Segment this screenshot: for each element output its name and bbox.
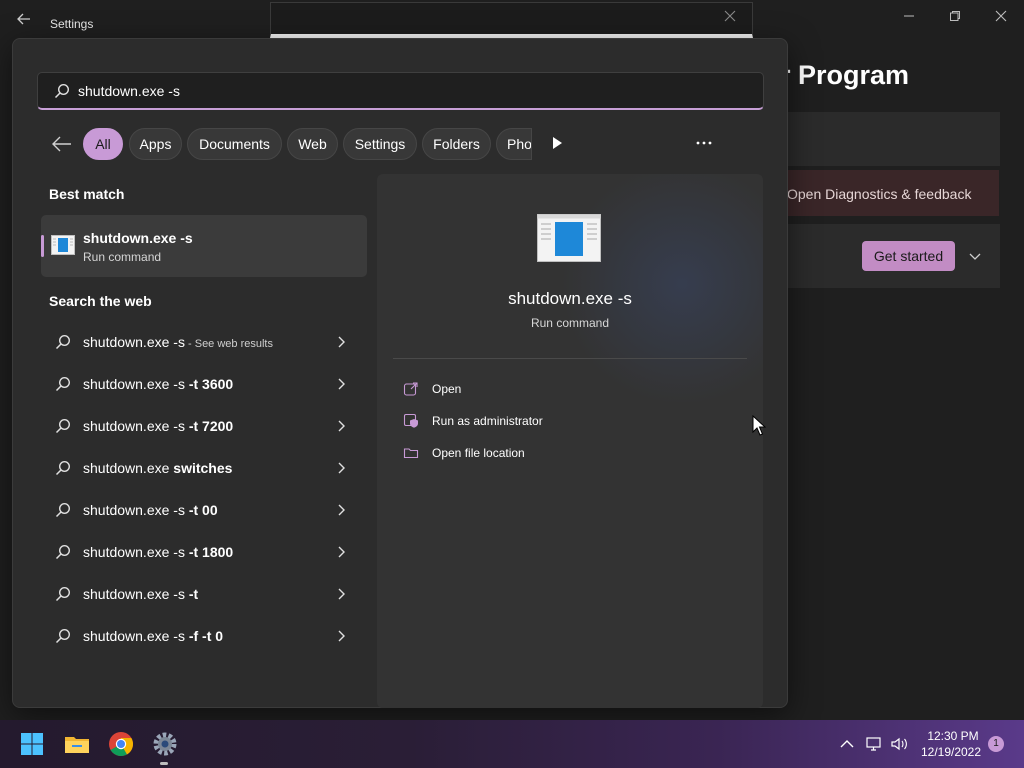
search-web-label: Search the web xyxy=(49,293,152,309)
chevron-right-icon xyxy=(337,503,347,517)
divider xyxy=(393,358,747,359)
top-dialog xyxy=(270,2,753,38)
web-result-item[interactable]: shutdown.exe -s -f -t 0 xyxy=(41,616,367,656)
chevron-right-icon xyxy=(337,587,347,601)
get-started-button[interactable]: Get started xyxy=(862,241,955,271)
search-icon xyxy=(55,586,71,602)
close-icon[interactable] xyxy=(724,9,736,25)
web-result-item[interactable]: shutdown.exe switches xyxy=(41,448,367,488)
chevron-right-icon xyxy=(337,545,347,559)
minimize-icon[interactable] xyxy=(894,8,924,28)
selection-indicator xyxy=(41,235,44,257)
volume-icon[interactable] xyxy=(889,734,909,754)
network-icon[interactable] xyxy=(864,734,884,754)
preview-subtitle: Run command xyxy=(530,316,610,330)
search-icon xyxy=(55,502,71,518)
chevron-right-icon xyxy=(337,629,347,643)
run-command-icon xyxy=(537,214,601,262)
settings-card xyxy=(780,112,1000,166)
web-result-text: shutdown.exe -s -f -t 0 xyxy=(83,628,224,644)
web-result-item[interactable]: shutdown.exe -s -t 7200 xyxy=(41,406,367,446)
web-result-item[interactable]: shutdown.exe -s -t 3600 xyxy=(41,364,367,404)
start-search-panel: All Apps Documents Web Settings Folders … xyxy=(12,38,788,708)
web-result-item[interactable]: shutdown.exe -s -t 00 xyxy=(41,490,367,530)
diagnostics-link[interactable]: Open Diagnostics & feedback xyxy=(787,186,971,202)
taskbar-time[interactable]: 12:30 PM xyxy=(925,729,981,743)
web-result-text: shutdown.exe -s -t 00 xyxy=(83,502,218,518)
best-match-title: shutdown.exe -s xyxy=(83,230,193,246)
search-box[interactable] xyxy=(37,72,764,110)
filter-chip-folders[interactable]: Folders xyxy=(422,128,491,160)
search-icon xyxy=(55,376,71,392)
windows-start-icon[interactable] xyxy=(16,728,48,760)
search-icon xyxy=(55,544,71,560)
notification-badge[interactable]: 1 xyxy=(988,736,1004,752)
best-match-subtitle: Run command xyxy=(83,250,162,264)
action-label: Open file location xyxy=(432,446,525,460)
close-icon[interactable] xyxy=(986,8,1016,28)
active-app-indicator xyxy=(160,762,168,765)
play-icon[interactable] xyxy=(550,135,564,151)
web-result-text: shutdown.exe -s - See web results xyxy=(83,334,273,350)
chevron-right-icon xyxy=(337,461,347,475)
mouse-cursor-icon xyxy=(752,414,767,437)
run-as-admin-action[interactable]: Run as administrator xyxy=(403,411,703,431)
chrome-icon[interactable] xyxy=(105,728,137,760)
settings-page-heading: r Program xyxy=(780,60,910,90)
file-explorer-icon[interactable] xyxy=(61,728,93,760)
open-external-icon xyxy=(403,381,419,397)
web-result-item[interactable]: shutdown.exe -s -t 1800 xyxy=(41,532,367,572)
search-input[interactable] xyxy=(78,73,748,109)
search-icon xyxy=(55,460,71,476)
web-result-text: shutdown.exe -s -t 1800 xyxy=(83,544,234,560)
web-result-text: shutdown.exe -s -t 7200 xyxy=(83,418,234,434)
settings-window-title: Settings xyxy=(50,17,94,31)
web-result-text: shutdown.exe -s -t xyxy=(83,586,199,602)
chevron-down-icon[interactable] xyxy=(965,246,985,266)
web-result-text: shutdown.exe switches xyxy=(83,460,233,476)
search-icon xyxy=(54,83,70,99)
open-file-location-action[interactable]: Open file location xyxy=(403,443,703,463)
preview-pane: shutdown.exe -s Run command Open Run as … xyxy=(377,174,763,708)
filter-chip-apps[interactable]: Apps xyxy=(129,128,182,160)
action-label: Run as administrator xyxy=(432,414,543,428)
restore-icon[interactable] xyxy=(940,8,970,28)
chevron-up-icon[interactable] xyxy=(837,734,857,754)
web-result-item[interactable]: shutdown.exe -s - See web results xyxy=(41,322,367,362)
search-icon xyxy=(55,418,71,434)
filter-chip-documents[interactable]: Documents xyxy=(187,128,282,160)
filter-chip-web[interactable]: Web xyxy=(287,128,338,160)
taskbar xyxy=(0,720,1024,768)
admin-shield-icon xyxy=(403,413,419,429)
filter-chip-photos[interactable]: Pho xyxy=(496,128,532,160)
web-result-text: shutdown.exe -s -t 3600 xyxy=(83,376,234,392)
filter-chip-all[interactable]: All xyxy=(83,128,123,160)
run-command-icon xyxy=(51,235,75,255)
best-match-label: Best match xyxy=(49,186,125,202)
chevron-right-icon xyxy=(337,419,347,433)
settings-gear-icon[interactable] xyxy=(149,728,181,760)
chevron-right-icon xyxy=(337,377,347,391)
taskbar-date[interactable]: 12/19/2022 xyxy=(916,745,986,759)
back-arrow-icon[interactable] xyxy=(51,134,73,154)
back-arrow-icon[interactable] xyxy=(14,12,34,32)
action-label: Open xyxy=(432,382,462,396)
chevron-right-icon xyxy=(337,335,347,349)
preview-title: shutdown.exe -s xyxy=(508,289,632,308)
open-action[interactable]: Open xyxy=(403,379,703,399)
search-icon xyxy=(55,334,71,350)
web-result-item[interactable]: shutdown.exe -s -t xyxy=(41,574,367,614)
best-match-item[interactable]: shutdown.exe -s Run command xyxy=(41,215,367,277)
filter-chip-settings[interactable]: Settings xyxy=(343,128,417,160)
folder-icon xyxy=(403,445,419,461)
search-icon xyxy=(55,628,71,644)
more-icon[interactable] xyxy=(693,135,715,151)
